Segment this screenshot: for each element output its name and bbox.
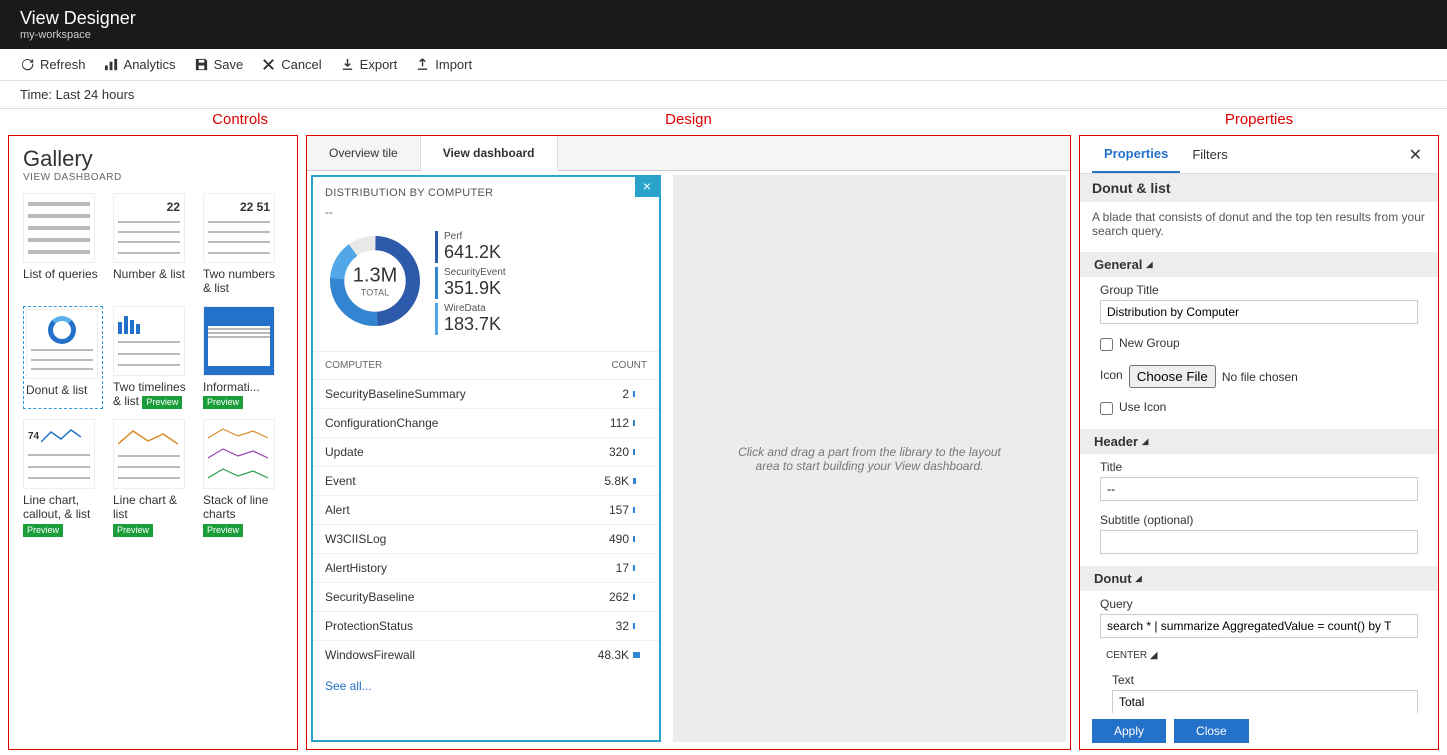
section-donut[interactable]: Donut	[1080, 566, 1438, 591]
gallery-item-list-of-queries[interactable]: List of queries	[23, 193, 103, 296]
legend-name: WireData	[444, 303, 647, 314]
annotation-controls: Controls	[8, 109, 298, 130]
use-icon-checkbox[interactable]	[1100, 402, 1113, 415]
use-icon-label: Use Icon	[1119, 400, 1166, 414]
group-title-input[interactable]	[1100, 300, 1418, 324]
table-row[interactable]: ProtectionStatus32	[313, 611, 659, 640]
donut-chart: 1.3MTOTAL	[325, 231, 425, 331]
apply-button[interactable]: Apply	[1092, 719, 1166, 743]
gallery-item-number-list[interactable]: 22Number & list	[113, 193, 193, 296]
donut-center-label: TOTAL	[353, 288, 397, 298]
drop-hint: Click and drag a part from the library t…	[730, 445, 1010, 473]
table-row[interactable]: W3CIISLog490	[313, 524, 659, 553]
table-row[interactable]: Update320	[313, 437, 659, 466]
no-file-text: No file chosen	[1222, 370, 1298, 384]
sparkline-icon	[118, 426, 178, 448]
properties-close-icon[interactable]: ✕	[1405, 141, 1426, 169]
dashboard-card[interactable]: × DISTRIBUTION BY COMPUTER -- 1.3MTOTAL …	[311, 175, 661, 742]
table-row[interactable]: ConfigurationChange112	[313, 408, 659, 437]
save-icon	[194, 57, 209, 72]
refresh-button[interactable]: Refresh	[20, 57, 86, 72]
card-table: COMPUTERCOUNT SecurityBaselineSummary2Co…	[313, 352, 659, 669]
annotation-design: Design	[298, 109, 1079, 130]
export-button[interactable]: Export	[340, 57, 398, 72]
design-tabs: Overview tile View dashboard	[307, 136, 1070, 171]
query-input[interactable]	[1100, 614, 1418, 638]
gallery-item-line-chart-list[interactable]: Line chart & listPreview	[113, 419, 193, 537]
table-col-computer: COMPUTER	[325, 360, 587, 371]
center-section[interactable]: CENTER	[1106, 650, 1147, 661]
gallery-item-information[interactable]: Informati...Preview	[203, 306, 283, 409]
gallery-item-stack-line-charts[interactable]: Stack of line chartsPreview	[203, 419, 283, 537]
controls-panel: Gallery VIEW DASHBOARD List of queries 2…	[8, 135, 298, 750]
query-label: Query	[1100, 597, 1418, 611]
header-subtitle-input[interactable]	[1100, 530, 1418, 554]
close-button[interactable]: Close	[1174, 719, 1249, 743]
refresh-icon	[20, 57, 35, 72]
header-subtitle-label: Subtitle (optional)	[1100, 513, 1418, 527]
drop-area[interactable]: Click and drag a part from the library t…	[673, 175, 1066, 742]
page-title: View Designer	[20, 8, 1427, 29]
table-row[interactable]: AlertHistory17	[313, 553, 659, 582]
save-button[interactable]: Save	[194, 57, 244, 72]
icon-label: Icon	[1100, 368, 1123, 382]
app-header: View Designer my-workspace	[0, 0, 1447, 49]
tab-filters[interactable]: Filters	[1180, 137, 1239, 172]
export-icon	[340, 57, 355, 72]
section-header[interactable]: Header	[1080, 429, 1438, 454]
gallery-item-line-chart-callout-list[interactable]: 74Line chart, callout, & list Preview	[23, 419, 103, 537]
donut-legend: Perf641.2K SecurityEvent351.9K WireData183…	[435, 231, 647, 339]
card-subtitle: --	[313, 205, 659, 225]
see-all-link[interactable]: See all...	[313, 669, 659, 703]
center-text-label: Text	[1112, 673, 1418, 687]
gallery-item-two-timelines-list[interactable]: Two timelines & list Preview	[113, 306, 193, 409]
header-title-input[interactable]	[1100, 477, 1418, 501]
gallery-item-donut-list[interactable]: Donut & list	[23, 306, 103, 409]
legend-value: 183.7K	[444, 314, 647, 335]
gallery-item-two-numbers-list[interactable]: 22 51Two numbers & list	[203, 193, 283, 296]
new-group-checkbox[interactable]	[1100, 338, 1113, 351]
import-icon	[415, 57, 430, 72]
table-row[interactable]: Alert157	[313, 495, 659, 524]
analytics-icon	[104, 57, 119, 72]
table-row[interactable]: WindowsFirewall48.3K	[313, 640, 659, 669]
time-range[interactable]: Time: Last 24 hours	[0, 81, 1447, 109]
card-title: DISTRIBUTION BY COMPUTER	[313, 177, 659, 205]
annotation-properties: Properties	[1079, 109, 1439, 130]
new-group-label: New Group	[1119, 336, 1180, 350]
workspace-name: my-workspace	[20, 29, 1427, 41]
gallery-title: Gallery	[23, 146, 283, 172]
prop-heading: Donut & list	[1080, 174, 1438, 202]
tab-view-dashboard[interactable]: View dashboard	[421, 136, 558, 171]
table-col-count: COUNT	[587, 360, 647, 371]
section-general[interactable]: General	[1080, 252, 1438, 277]
toolbar: Refresh Analytics Save Cancel Export Imp…	[0, 49, 1447, 81]
tab-overview-tile[interactable]: Overview tile	[307, 136, 421, 170]
center-text-input[interactable]	[1112, 690, 1418, 713]
group-title-label: Group Title	[1100, 283, 1418, 297]
gallery-subtitle: VIEW DASHBOARD	[23, 172, 283, 183]
prop-description: A blade that consists of donut and the t…	[1080, 202, 1438, 246]
cancel-button[interactable]: Cancel	[261, 57, 321, 72]
header-title-label: Title	[1100, 460, 1418, 474]
cancel-icon	[261, 57, 276, 72]
sparkline-icon	[41, 427, 81, 447]
gallery-grid: List of queries 22Number & list 22 51Two…	[23, 193, 283, 537]
analytics-button[interactable]: Analytics	[104, 57, 176, 72]
design-panel: Overview tile View dashboard × DISTRIBUT…	[306, 135, 1071, 750]
legend-name: Perf	[444, 231, 647, 242]
import-button[interactable]: Import	[415, 57, 472, 72]
table-row[interactable]: SecurityBaseline262	[313, 582, 659, 611]
table-row[interactable]: SecurityBaselineSummary2	[313, 379, 659, 408]
legend-value: 351.9K	[444, 278, 647, 299]
properties-panel: Properties Filters ✕ Donut & list A blad…	[1079, 135, 1439, 750]
table-row[interactable]: Event5.8K	[313, 466, 659, 495]
donut-center-value: 1.3M	[353, 265, 397, 288]
tab-properties[interactable]: Properties	[1092, 136, 1180, 173]
card-close-icon[interactable]: ×	[635, 177, 659, 197]
legend-value: 641.2K	[444, 242, 647, 263]
choose-file-button[interactable]: Choose File	[1129, 365, 1216, 388]
legend-name: SecurityEvent	[444, 267, 647, 278]
